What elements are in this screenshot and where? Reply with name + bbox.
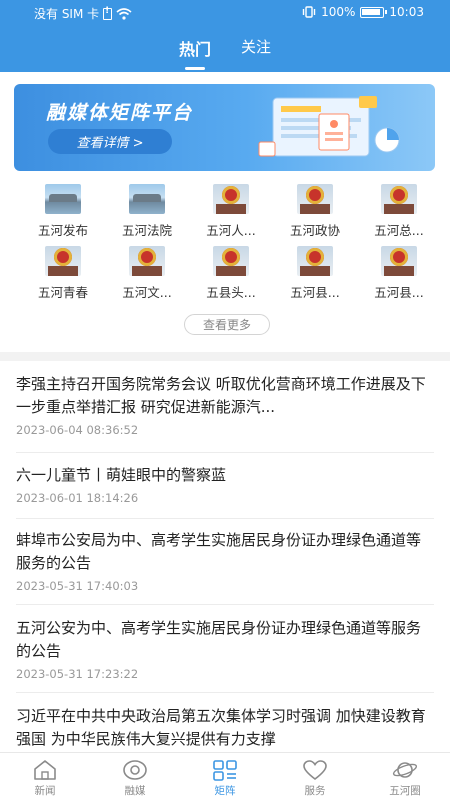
account-label: 五河政协 bbox=[289, 223, 340, 238]
news-time: 2023-06-04 08:36:52 bbox=[16, 423, 139, 437]
bottom-nav: 新闻 融媒 矩阵 服务 五河圈 bbox=[0, 752, 450, 800]
news-item[interactable]: 习近平在中共中央政治局第五次集体学习时强调 加快建设教育强国 为中华民族伟大复兴… bbox=[16, 705, 434, 753]
matrix-icon bbox=[213, 760, 237, 781]
tab-follow[interactable]: 关注 bbox=[241, 36, 271, 68]
tab-hot[interactable]: 热门 bbox=[179, 36, 211, 68]
home-icon bbox=[34, 760, 56, 780]
nav-media[interactable]: 融媒 bbox=[90, 753, 180, 800]
vibrate-icon bbox=[302, 6, 316, 18]
header-bar: 没有 SIM 卡 100% 10:03 热门 关注 bbox=[0, 0, 450, 72]
nav-label: 服务 bbox=[304, 785, 326, 797]
banner-illustration-icon bbox=[258, 96, 400, 157]
account-item[interactable]: 五河政协 bbox=[275, 184, 355, 239]
account-thumbnail bbox=[297, 184, 333, 214]
news-item[interactable]: 李强主持召开国务院常务会议 听取优化营商环境工作进展及下一步重点举措汇报 研究促… bbox=[16, 373, 434, 453]
nav-label: 五河圈 bbox=[389, 785, 421, 797]
account-thumbnail bbox=[129, 246, 165, 276]
account-label: 五河青春 bbox=[37, 285, 88, 300]
account-label: 五河总... bbox=[374, 223, 424, 238]
news-time: 2023-05-31 17:40:03 bbox=[16, 579, 139, 593]
battery-icon bbox=[360, 6, 388, 18]
account-thumbnail bbox=[45, 246, 81, 276]
account-item[interactable]: 五河发布 bbox=[23, 184, 103, 239]
news-item[interactable]: 六一儿童节丨萌娃眼中的警察蓝 2023-06-01 18:14:26 bbox=[16, 464, 434, 519]
account-item[interactable]: 五河总... bbox=[359, 184, 439, 239]
clock: 10:03 bbox=[389, 5, 424, 19]
nav-label: 新闻 bbox=[34, 785, 56, 797]
nav-matrix[interactable]: 矩阵 bbox=[180, 753, 270, 800]
account-thumbnail bbox=[45, 184, 81, 214]
account-thumbnail bbox=[129, 184, 165, 214]
account-label: 五河县... bbox=[290, 285, 340, 300]
media-icon bbox=[123, 760, 147, 780]
account-thumbnail bbox=[381, 184, 417, 214]
news-item[interactable]: 五河公安为中、高考学生实施居民身份证办理绿色通道等服务的公告 2023-05-3… bbox=[16, 617, 434, 693]
banner-title: 融媒体矩阵平台 bbox=[46, 102, 194, 124]
nav-label: 融媒 bbox=[124, 785, 146, 797]
top-tabs: 热门 关注 bbox=[0, 36, 450, 68]
account-label: 五河人... bbox=[206, 223, 256, 238]
wifi-icon bbox=[116, 7, 132, 20]
account-label: 五河县... bbox=[374, 285, 424, 300]
account-thumbnail bbox=[381, 246, 417, 276]
matrix-platform-banner[interactable]: 融媒体矩阵平台 查看详情 > bbox=[14, 84, 435, 171]
section-divider bbox=[0, 352, 450, 361]
nav-news[interactable]: 新闻 bbox=[0, 753, 90, 800]
nav-label: 矩阵 bbox=[214, 785, 236, 797]
account-item[interactable]: 五河人... bbox=[191, 184, 271, 239]
account-thumbnail bbox=[297, 246, 333, 276]
carrier-text: 没有 SIM 卡 bbox=[34, 7, 100, 21]
view-more-button[interactable]: 查看更多 bbox=[184, 314, 270, 335]
nav-service[interactable]: 服务 bbox=[270, 753, 360, 800]
account-label: 五河发布 bbox=[37, 223, 88, 238]
nav-circle[interactable]: 五河圈 bbox=[360, 753, 450, 800]
account-item[interactable]: 五河青春 bbox=[23, 246, 103, 301]
account-item[interactable]: 五河文... bbox=[107, 246, 187, 301]
account-label: 五河法院 bbox=[121, 223, 172, 238]
news-time: 2023-05-31 17:23:22 bbox=[16, 667, 139, 681]
news-time: 2023-06-01 18:14:26 bbox=[16, 491, 139, 505]
news-title: 蚌埠市公安局为中、高考学生实施居民身份证办理绿色通道等服务的公告 bbox=[16, 531, 422, 572]
news-title: 习近平在中共中央政治局第五次集体学习时强调 加快建设教育强国 为中华民族伟大复兴… bbox=[16, 707, 426, 748]
account-item[interactable]: 五河法院 bbox=[107, 184, 187, 239]
news-title: 李强主持召开国务院常务会议 听取优化营商环境工作进展及下一步重点举措汇报 研究促… bbox=[16, 375, 426, 416]
account-label: 五县头... bbox=[206, 285, 256, 300]
account-label: 五河文... bbox=[122, 285, 172, 300]
news-title: 六一儿童节丨萌娃眼中的警察蓝 bbox=[16, 466, 227, 484]
account-item[interactable]: 五河县... bbox=[275, 246, 355, 301]
account-item[interactable]: 五河县... bbox=[359, 246, 439, 301]
sim-alert-icon bbox=[103, 6, 113, 20]
heart-icon bbox=[303, 760, 327, 781]
account-thumbnail bbox=[213, 184, 249, 214]
news-item[interactable]: 蚌埠市公安局为中、高考学生实施居民身份证办理绿色通道等服务的公告 2023-05… bbox=[16, 529, 434, 605]
news-title: 五河公安为中、高考学生实施居民身份证办理绿色通道等服务的公告 bbox=[16, 619, 422, 660]
status-bar: 没有 SIM 卡 100% 10:03 bbox=[0, 0, 450, 26]
account-thumbnail bbox=[213, 246, 249, 276]
view-details-button[interactable]: 查看详情 > bbox=[48, 129, 172, 154]
planet-icon bbox=[392, 762, 418, 778]
battery-percent: 100% bbox=[321, 5, 356, 19]
account-item[interactable]: 五县头... bbox=[191, 246, 271, 301]
